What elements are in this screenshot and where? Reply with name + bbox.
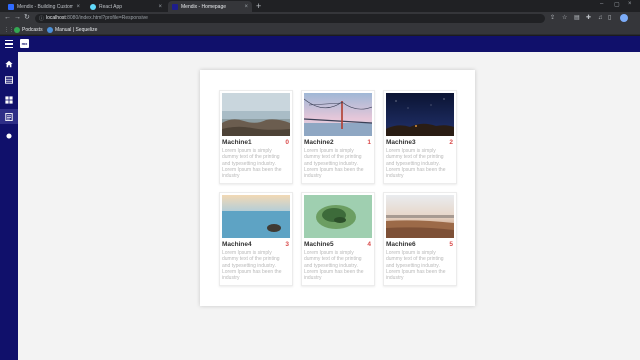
sidebar-item-grid[interactable] — [0, 92, 18, 107]
machine-card[interactable]: Machine5 4 Lorem Ipsum is simply dummy t… — [301, 192, 375, 286]
sequelize-icon — [47, 26, 53, 33]
bookmark-podcasts[interactable]: Podcasts — [14, 26, 43, 33]
react-favicon-icon — [90, 3, 96, 10]
card-index: 5 — [449, 241, 453, 248]
new-tab-icon[interactable]: + — [256, 1, 261, 11]
card-title: Machine2 — [304, 139, 334, 146]
card-description: Lorem Ipsum is simply dummy text of the … — [222, 148, 282, 180]
star-icon[interactable]: ☆ — [562, 14, 567, 22]
sidebar-item-list[interactable] — [0, 72, 18, 87]
window-close-icon[interactable]: × — [628, 1, 632, 7]
podcasts-icon — [14, 26, 20, 33]
browser-tab-2[interactable]: React App × — [86, 1, 166, 12]
home-icon — [5, 60, 13, 67]
machine-card[interactable]: Machine2 1 Lorem Ipsum is simply dummy t… — [301, 90, 375, 184]
url-host: localhost — [46, 15, 66, 21]
machine-card[interactable]: Machine4 3 Lorem Ipsum is simply dummy t… — [219, 192, 293, 286]
share-icon[interactable]: ⇪ — [550, 14, 555, 22]
browser-toolbar: ← → ↻ ⓘ localhost:8080/index.html?profil… — [0, 12, 640, 24]
machine-card[interactable]: Machine3 2 Lorem Ipsum is simply dummy t… — [383, 90, 457, 184]
extension-icon[interactable]: ▤ — [574, 14, 580, 22]
dot-icon — [6, 132, 12, 139]
close-icon[interactable]: × — [76, 4, 80, 10]
profile-avatar[interactable] — [620, 14, 628, 22]
card-title: Machine1 — [222, 139, 252, 146]
browser-tab-1[interactable]: Mendix - Building Custom Plugg... × — [4, 1, 84, 12]
sidebar-item-home[interactable] — [0, 56, 18, 71]
maximize-icon[interactable]: ▢ — [614, 1, 620, 8]
night-sky-image — [386, 93, 454, 136]
sidebar — [0, 52, 18, 360]
card-index: 3 — [285, 241, 289, 248]
reload-icon[interactable]: ↻ — [24, 14, 30, 22]
bookmark-label: Podcasts — [22, 26, 43, 33]
menu-icon[interactable] — [5, 40, 13, 48]
card-image — [386, 195, 454, 238]
browser-tab-strip: Mendix - Building Custom Plugg... × Reac… — [0, 0, 640, 12]
card-title: Machine3 — [386, 139, 416, 146]
card-image — [386, 93, 454, 136]
card-image — [222, 195, 290, 238]
address-bar[interactable]: ⓘ localhost:8080/index.html?profile=Resp… — [35, 14, 545, 23]
sidebar-item-document[interactable] — [0, 109, 18, 124]
browser-tab-3[interactable]: Mendix - Homepage × — [168, 1, 252, 12]
card-image — [304, 195, 372, 238]
sidebar-item-dot[interactable] — [0, 128, 18, 143]
media-icon[interactable]: ♫ — [598, 14, 603, 22]
url-path: :8080/index.html?profile=Responsive — [65, 15, 148, 21]
back-icon[interactable]: ← — [4, 14, 11, 22]
mendix-logo[interactable]: mx — [20, 39, 29, 48]
grid-icon — [5, 95, 13, 104]
card-description: Lorem Ipsum is simply dummy text of the … — [222, 250, 282, 282]
card-image — [222, 93, 290, 136]
tab-title: React App — [99, 3, 123, 10]
tab-title: Mendix - Building Custom Plugg... — [17, 3, 74, 10]
forward-icon[interactable]: → — [14, 14, 21, 22]
url-text: localhost:8080/index.html?profile=Respon… — [46, 15, 148, 21]
rocks-shore-image — [222, 93, 290, 136]
card-image — [304, 93, 372, 136]
card-index: 4 — [367, 241, 371, 248]
minimize-icon[interactable]: – — [600, 1, 603, 7]
card-description: Lorem Ipsum is simply dummy text of the … — [304, 148, 364, 180]
machines-panel: Machine1 0 Lorem Ipsum is simply dummy t… — [200, 70, 475, 306]
document-icon — [5, 112, 13, 121]
card-index: 0 — [285, 139, 289, 146]
card-index: 1 — [367, 139, 371, 146]
card-title: Machine5 — [304, 241, 334, 248]
card-description: Lorem Ipsum is simply dummy text of the … — [386, 250, 446, 282]
bookmark-label: Manual | Sequelize — [55, 26, 98, 33]
card-description: Lorem Ipsum is simply dummy text of the … — [386, 148, 446, 180]
close-icon[interactable]: × — [158, 4, 162, 10]
bridge-dusk-image — [304, 93, 372, 136]
machine-card[interactable]: Machine1 0 Lorem Ipsum is simply dummy t… — [219, 90, 293, 184]
close-icon[interactable]: × — [244, 4, 248, 10]
apps-icon[interactable]: ⋮⋮ — [4, 26, 14, 33]
card-description: Lorem Ipsum is simply dummy text of the … — [304, 250, 364, 282]
app-header: mx — [0, 36, 640, 52]
card-title: Machine4 — [222, 241, 252, 248]
card-title: Machine6 — [386, 241, 416, 248]
bookmarks-bar: ⋮⋮ Podcasts Manual | Sequelize — [0, 24, 640, 35]
mendix-favicon-icon — [8, 3, 14, 10]
bookmark-sequelize[interactable]: Manual | Sequelize — [47, 26, 97, 33]
list-icon — [5, 75, 13, 84]
mendix-favicon-icon — [172, 3, 178, 10]
beach-sunset-image — [386, 195, 454, 238]
sidepanel-icon[interactable]: ▯ — [608, 14, 611, 22]
card-index: 2 — [449, 139, 453, 146]
machine-card[interactable]: Machine6 5 Lorem Ipsum is simply dummy t… — [383, 192, 457, 286]
puzzle-icon[interactable]: ✚ — [586, 14, 591, 22]
sea-rock-image — [222, 195, 290, 238]
info-icon[interactable]: ⓘ — [39, 15, 44, 22]
green-island-image — [304, 195, 372, 238]
tab-title: Mendix - Homepage — [181, 3, 227, 10]
